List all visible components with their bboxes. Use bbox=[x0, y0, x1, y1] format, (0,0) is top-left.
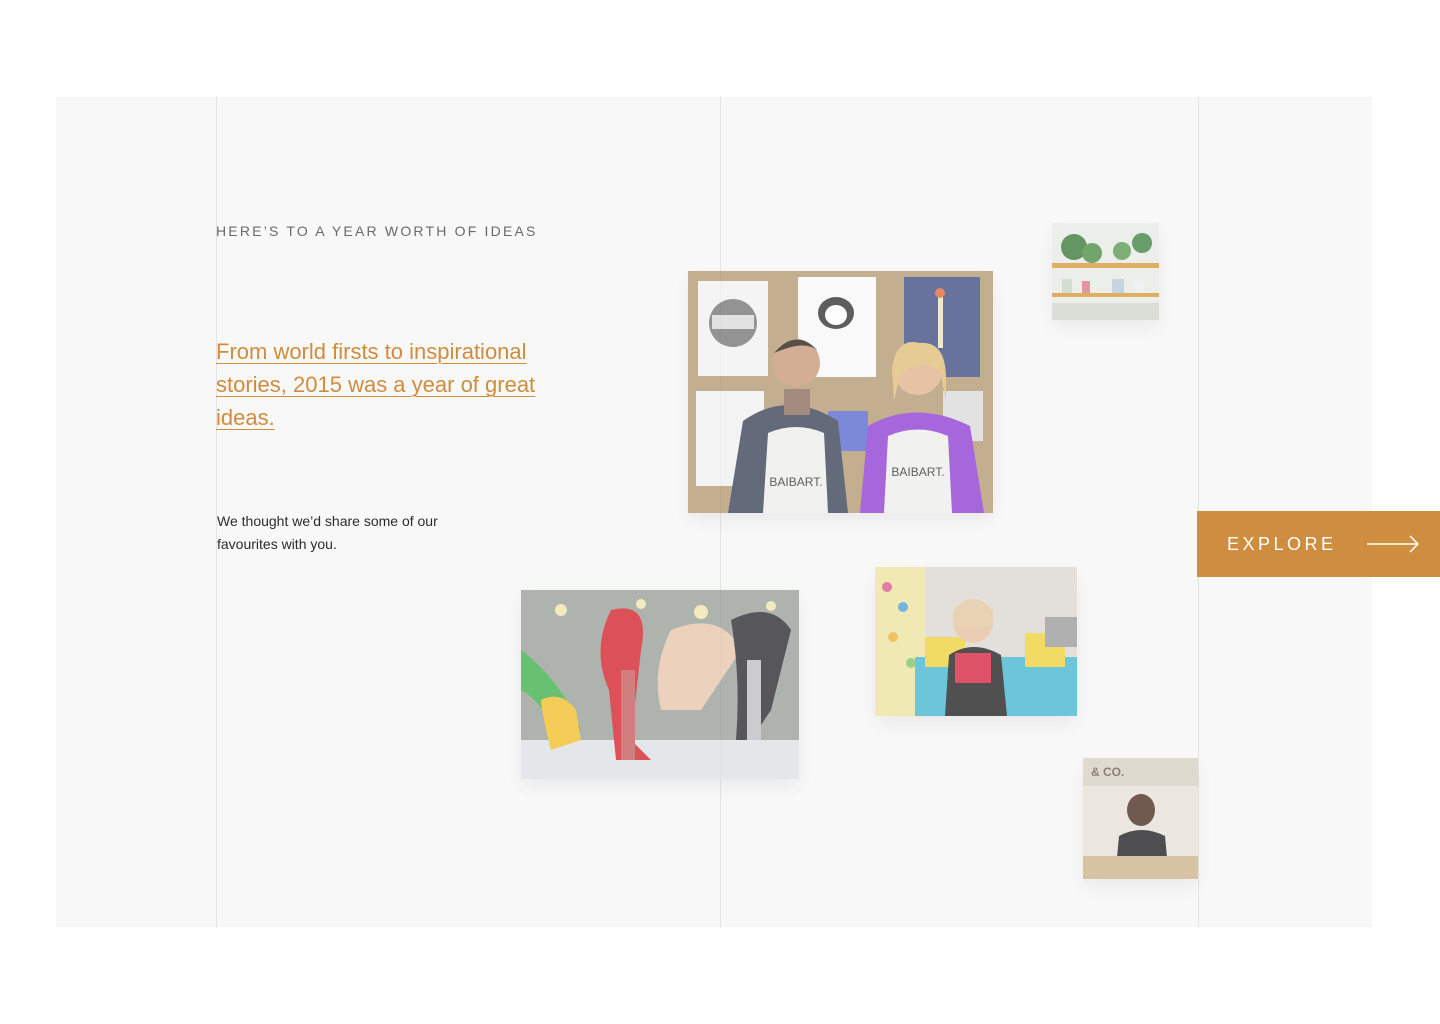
photo-woman-table[interactable]: & CO. bbox=[1083, 758, 1198, 879]
arrow-right-icon bbox=[1367, 535, 1420, 553]
intro-paragraph: We thought we’d share some of our favour… bbox=[217, 513, 438, 552]
bakers-image: BAIBART. BAIBART. bbox=[688, 271, 993, 513]
woman-table-image: & CO. bbox=[1083, 758, 1198, 879]
photo-plants-shelf[interactable] bbox=[1052, 223, 1159, 320]
explore-button[interactable]: EXPLORE bbox=[1197, 511, 1440, 577]
headline-link[interactable]: From world firsts to inspirational stori… bbox=[216, 335, 556, 434]
shoes-image bbox=[521, 590, 799, 779]
explore-button-label: EXPLORE bbox=[1227, 533, 1337, 554]
plants-shelf-image bbox=[1052, 223, 1159, 320]
page: HERE’S TO A YEAR WORTH OF IDEAS From wor… bbox=[0, 0, 1440, 1024]
photo-bakers[interactable]: BAIBART. BAIBART. bbox=[688, 271, 993, 513]
apron-text-left: BAIBART. bbox=[769, 475, 822, 489]
apron-text-right: BAIBART. bbox=[891, 465, 944, 479]
eyebrow-heading: HERE’S TO A YEAR WORTH OF IDEAS bbox=[216, 223, 538, 239]
woman-sofa-image bbox=[875, 567, 1077, 716]
photo-woman-sofa[interactable] bbox=[875, 567, 1077, 716]
photo-shoes[interactable] bbox=[521, 590, 799, 779]
sign-text: & CO. bbox=[1091, 765, 1124, 779]
